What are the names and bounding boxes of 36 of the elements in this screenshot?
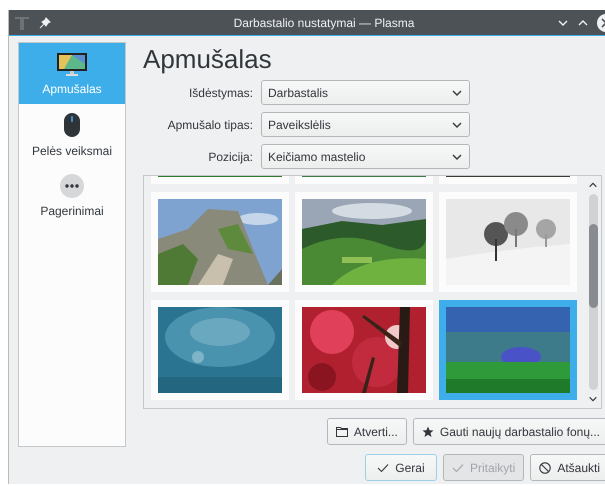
monitor-icon <box>56 52 88 76</box>
mouse-icon <box>63 112 81 138</box>
scrollbar-thumb[interactable] <box>588 224 598 308</box>
open-button[interactable]: Atverti... <box>326 418 407 445</box>
star-icon <box>422 426 434 438</box>
sidebar-item[interactable]: Pelės veiksmai <box>19 104 125 165</box>
scroll-down-icon[interactable] <box>588 394 598 404</box>
scroll-up-icon[interactable] <box>588 180 598 190</box>
field-label: Apmušalo tipas: <box>166 118 253 132</box>
wallpaper-thumbnail[interactable] <box>151 192 289 292</box>
wallpaper-thumbnail[interactable] <box>151 300 289 400</box>
dropdown[interactable]: Keičiamo mastelio <box>261 144 470 169</box>
cancel-button[interactable]: Atšaukti <box>530 454 605 481</box>
dropdown[interactable]: Darbastalis <box>261 80 470 105</box>
sidebar-label: Apmušalas <box>42 82 102 96</box>
sidebar-item[interactable]: Pagerinimai <box>19 165 125 226</box>
sidebar-label: Pagerinimai <box>40 204 104 218</box>
wallpaper-thumbnail[interactable] <box>295 192 433 292</box>
folder-icon <box>336 426 348 437</box>
pin-icon[interactable] <box>39 16 51 28</box>
ok-button[interactable]: Gerai <box>364 454 437 481</box>
sidebar-label: Pelės veiksmai <box>32 144 112 158</box>
page-heading: Apmušalas <box>143 43 273 76</box>
window-title: Darbastalio nustatymai — Plasma <box>232 16 416 30</box>
field-label: Išdėstymas: <box>188 86 253 100</box>
field-label: Pozicija: <box>207 150 253 164</box>
get-wallpapers-button[interactable]: Gauti naujų darbastalio fonų... <box>412 418 605 445</box>
wallpaper-thumbnail[interactable] <box>439 300 577 400</box>
wallpaper-thumbnail[interactable] <box>295 300 433 400</box>
dropdown[interactable]: Paveikslėlis <box>261 112 470 137</box>
cancel-icon <box>539 462 552 474</box>
wallpaper-thumbnail[interactable] <box>439 192 577 292</box>
more-icon <box>60 174 84 198</box>
check-icon <box>377 462 390 472</box>
scrollbar-track[interactable] <box>588 194 598 390</box>
check-icon <box>452 462 464 472</box>
